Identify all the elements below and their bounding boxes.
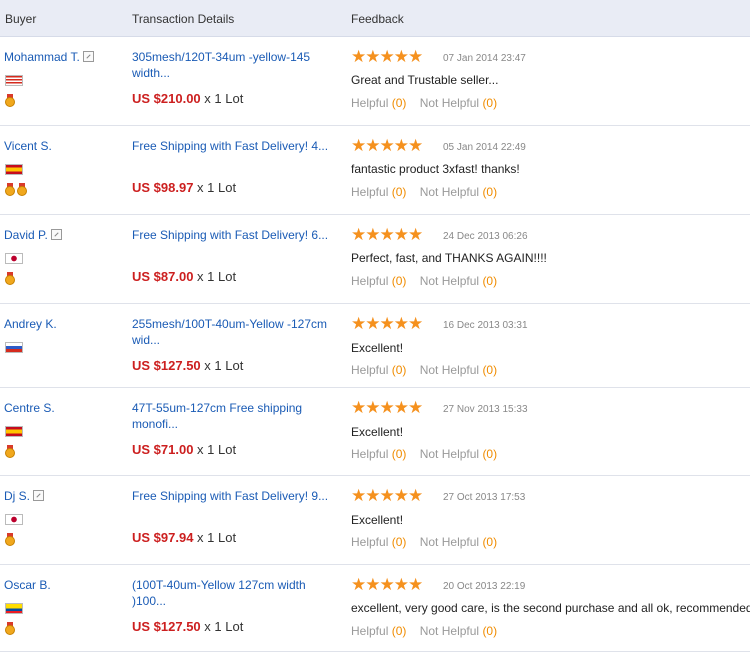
order-price: US $127.50 x 1 Lot xyxy=(132,358,244,373)
feedback-date: 07 Jan 2014 23:47 xyxy=(443,53,526,64)
not-helpful-link[interactable]: Not Helpful (0) xyxy=(420,624,497,638)
buyer-level-badge xyxy=(5,622,15,635)
helpful-link[interactable]: Helpful (0) xyxy=(351,624,406,638)
not-helpful-link[interactable]: Not Helpful (0) xyxy=(420,96,497,110)
buyer-name[interactable]: Andrey K. xyxy=(4,317,57,331)
feedback-text: Perfect, fast, and THANKS AGAIN!!!! xyxy=(351,251,547,265)
helpful-votes: Helpful (0) Not Helpful (0) xyxy=(351,363,497,377)
country-flag-icon xyxy=(5,342,23,353)
buyer-name[interactable]: Dj S. xyxy=(4,489,45,503)
feedback-text: Great and Trustable seller... xyxy=(351,73,499,87)
product-link[interactable]: 255mesh/100T-40um-Yellow -127cm wid... xyxy=(132,316,337,348)
medal-icon xyxy=(5,622,15,635)
feedback-date: 27 Nov 2013 15:33 xyxy=(443,404,528,415)
table-header: Buyer Transaction Details Feedback xyxy=(0,0,750,37)
helpful-votes: Helpful (0) Not Helpful (0) xyxy=(351,535,497,549)
country-flag-icon xyxy=(5,75,23,86)
not-helpful-link[interactable]: Not Helpful (0) xyxy=(420,447,497,461)
feedback-date: 05 Jan 2014 22:49 xyxy=(443,142,526,153)
product-link[interactable]: (100T-40um-Yellow 127cm width )100... xyxy=(132,577,337,609)
feedback-column-header: Feedback xyxy=(351,12,404,26)
feedback-date: 27 Oct 2013 17:53 xyxy=(443,492,526,503)
verified-icon xyxy=(33,490,45,501)
country-flag-icon xyxy=(5,164,23,175)
feedback-table: Buyer Transaction Details Feedback Moham… xyxy=(0,0,750,652)
order-price: US $127.50 x 1 Lot xyxy=(132,619,244,634)
country-flag-icon xyxy=(5,253,23,264)
product-link[interactable]: 47T-55um-127cm Free shipping monofi... xyxy=(132,400,337,432)
buyer-level-badge xyxy=(5,533,15,546)
country-flag-icon xyxy=(5,514,23,525)
rating-stars-icon: ★★★★★ xyxy=(351,398,423,417)
table-row: Oscar B. (100T-40um-Yellow 127cm width )1… xyxy=(0,565,750,652)
buyer-name[interactable]: Oscar B. xyxy=(4,578,51,592)
helpful-link[interactable]: Helpful (0) xyxy=(351,185,406,199)
helpful-votes: Helpful (0) Not Helpful (0) xyxy=(351,447,497,461)
order-price: US $87.00 x 1 Lot xyxy=(132,269,237,284)
table-row: Vicent S. Free Shipping with Fast Deliver… xyxy=(0,126,750,215)
order-price: US $71.00 x 1 Lot xyxy=(132,442,237,457)
helpful-link[interactable]: Helpful (0) xyxy=(351,363,406,377)
medal-icon xyxy=(5,183,15,196)
buyer-level-badge xyxy=(5,445,15,458)
helpful-link[interactable]: Helpful (0) xyxy=(351,447,406,461)
feedback-text: Excellent! xyxy=(351,513,404,527)
helpful-link[interactable]: Helpful (0) xyxy=(351,274,406,288)
helpful-votes: Helpful (0) Not Helpful (0) xyxy=(351,624,497,638)
country-flag-icon xyxy=(5,603,23,614)
rating-stars-icon: ★★★★★ xyxy=(351,314,423,333)
verified-icon xyxy=(50,229,62,240)
not-helpful-link[interactable]: Not Helpful (0) xyxy=(420,274,497,288)
order-price: US $97.94 x 1 Lot xyxy=(132,530,237,545)
country-flag-icon xyxy=(5,426,23,437)
rating-stars-icon: ★★★★★ xyxy=(351,575,423,594)
feedback-text: fantastic product 3xfast! thanks! xyxy=(351,162,520,176)
buyer-name[interactable]: Vicent S. xyxy=(4,139,52,153)
rating-stars-icon: ★★★★★ xyxy=(351,136,423,155)
feedback-text: Excellent! xyxy=(351,341,404,355)
product-link[interactable]: Free Shipping with Fast Delivery! 6... xyxy=(132,227,337,243)
table-row: Mohammad T. 305mesh/120T-34um -yellow-145… xyxy=(0,37,750,126)
helpful-votes: Helpful (0) Not Helpful (0) xyxy=(351,274,497,288)
rating-stars-icon: ★★★★★ xyxy=(351,225,423,244)
order-price: US $210.00 x 1 Lot xyxy=(132,91,244,106)
not-helpful-link[interactable]: Not Helpful (0) xyxy=(420,185,497,199)
medal-icon xyxy=(5,272,15,285)
buyer-level-badge xyxy=(5,272,15,285)
buyer-name[interactable]: David P. xyxy=(4,228,62,242)
table-row: Centre S. 47T-55um-127cm Free shipping mo… xyxy=(0,388,750,476)
helpful-votes: Helpful (0) Not Helpful (0) xyxy=(351,185,497,199)
helpful-link[interactable]: Helpful (0) xyxy=(351,535,406,549)
feedback-text: Excellent! xyxy=(351,425,404,439)
rating-stars-icon: ★★★★★ xyxy=(351,486,423,505)
rating-stars-icon: ★★★★★ xyxy=(351,47,423,66)
product-link[interactable]: 305mesh/120T-34um -yellow-145 width... xyxy=(132,49,337,81)
not-helpful-link[interactable]: Not Helpful (0) xyxy=(420,535,497,549)
feedback-text: excellent, very good care, is the second… xyxy=(351,601,750,615)
medal-icon xyxy=(5,445,15,458)
buyer-name[interactable]: Mohammad T. xyxy=(4,50,94,64)
verified-icon xyxy=(82,51,94,62)
helpful-link[interactable]: Helpful (0) xyxy=(351,96,406,110)
transaction-column-header: Transaction Details xyxy=(132,12,235,26)
order-price: US $98.97 x 1 Lot xyxy=(132,180,237,195)
not-helpful-link[interactable]: Not Helpful (0) xyxy=(420,363,497,377)
buyer-level-badge xyxy=(5,94,15,107)
buyer-level-badge xyxy=(5,183,27,196)
helpful-votes: Helpful (0) Not Helpful (0) xyxy=(351,96,497,110)
feedback-date: 16 Dec 2013 03:31 xyxy=(443,320,528,331)
medal-icon xyxy=(5,533,15,546)
table-row: David P. Free Shipping with Fast Delivery… xyxy=(0,215,750,304)
medal-icon xyxy=(17,183,27,196)
buyer-name[interactable]: Centre S. xyxy=(4,401,55,415)
product-link[interactable]: Free Shipping with Fast Delivery! 4... xyxy=(132,138,337,154)
product-link[interactable]: Free Shipping with Fast Delivery! 9... xyxy=(132,488,337,504)
buyer-column-header: Buyer xyxy=(5,12,37,26)
feedback-rows: Mohammad T. 305mesh/120T-34um -yellow-145… xyxy=(0,37,750,652)
feedback-date: 20 Oct 2013 22:19 xyxy=(443,581,526,592)
table-row: Andrey K. 255mesh/100T-40um-Yellow -127cm… xyxy=(0,304,750,388)
table-row: Dj S. Free Shipping with Fast Delivery! 9… xyxy=(0,476,750,565)
medal-icon xyxy=(5,94,15,107)
feedback-date: 24 Dec 2013 06:26 xyxy=(443,231,528,242)
